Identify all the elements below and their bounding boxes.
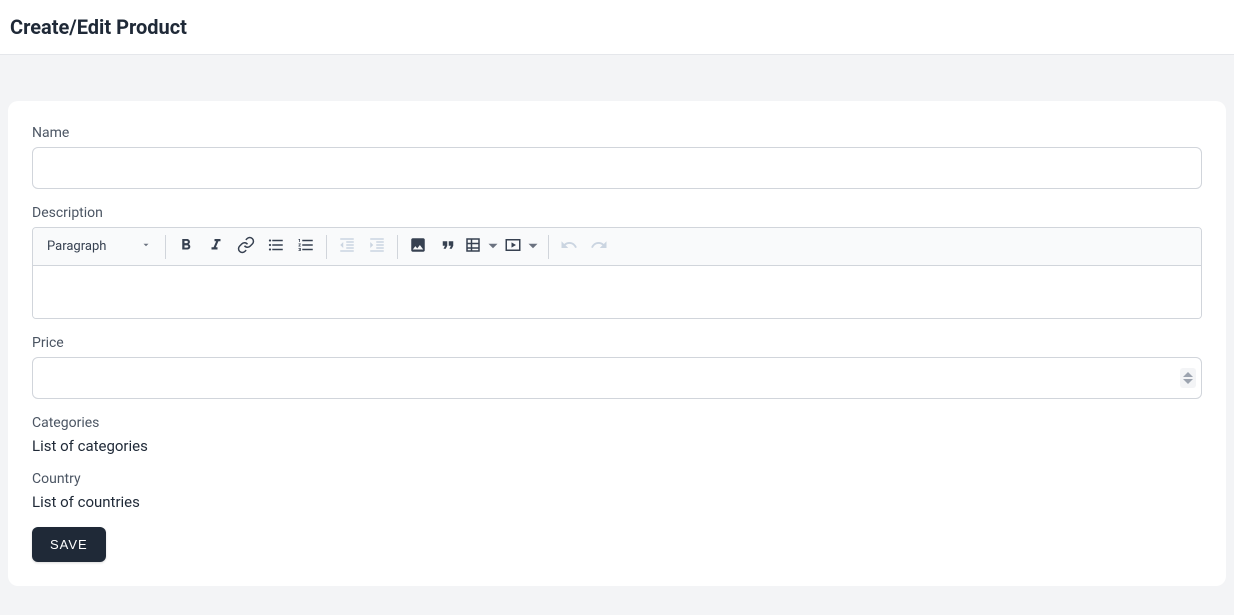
table-icon xyxy=(464,236,482,257)
bold-icon xyxy=(177,236,195,257)
toolbar-divider xyxy=(326,235,327,259)
categories-field-group: Categories List of categories xyxy=(32,415,1202,455)
rich-text-editor: Paragraph xyxy=(32,227,1202,319)
page-title: Create/Edit Product xyxy=(10,15,1224,39)
categories-label: Categories xyxy=(32,415,1202,431)
country-field-group: Country List of countries xyxy=(32,471,1202,511)
redo-button[interactable] xyxy=(585,233,613,261)
price-field-group: Price xyxy=(32,335,1202,399)
chevron-down-icon xyxy=(141,240,151,253)
bullet-list-button[interactable] xyxy=(262,233,290,261)
media-button[interactable] xyxy=(504,233,542,261)
undo-button[interactable] xyxy=(555,233,583,261)
toolbar-divider xyxy=(165,235,166,259)
undo-icon xyxy=(560,236,578,257)
editor-toolbar: Paragraph xyxy=(33,228,1201,266)
italic-icon xyxy=(207,236,225,257)
media-icon xyxy=(504,236,522,257)
link-icon xyxy=(237,236,255,257)
content-wrapper: Name Description Paragraph xyxy=(0,55,1234,594)
outdent-button[interactable] xyxy=(333,233,361,261)
quote-icon xyxy=(439,236,457,257)
country-value: List of countries xyxy=(32,493,1202,511)
country-label: Country xyxy=(32,471,1202,487)
page-header: Create/Edit Product xyxy=(0,0,1234,55)
link-button[interactable] xyxy=(232,233,260,261)
price-input[interactable] xyxy=(32,357,1202,399)
editor-content-area[interactable] xyxy=(33,266,1201,318)
save-button[interactable]: SAVE xyxy=(32,527,106,562)
redo-icon xyxy=(590,236,608,257)
toolbar-divider xyxy=(397,235,398,259)
bold-button[interactable] xyxy=(172,233,200,261)
outdent-icon xyxy=(338,236,356,257)
description-field-group: Description Paragraph xyxy=(32,205,1202,319)
categories-value: List of categories xyxy=(32,437,1202,455)
toolbar-divider xyxy=(548,235,549,259)
blockquote-button[interactable] xyxy=(434,233,462,261)
format-dropdown-label: Paragraph xyxy=(47,239,106,254)
italic-button[interactable] xyxy=(202,233,230,261)
name-input[interactable] xyxy=(32,147,1202,189)
name-field-group: Name xyxy=(32,125,1202,189)
number-stepper-icon[interactable] xyxy=(1180,368,1196,388)
price-label: Price xyxy=(32,335,1202,351)
indent-icon xyxy=(368,236,386,257)
image-icon xyxy=(409,236,427,257)
description-label: Description xyxy=(32,205,1202,221)
price-input-wrapper xyxy=(32,357,1202,399)
chevron-down-icon xyxy=(484,237,502,257)
format-dropdown[interactable]: Paragraph xyxy=(39,233,159,261)
numbered-list-icon xyxy=(297,236,315,257)
indent-button[interactable] xyxy=(363,233,391,261)
table-button[interactable] xyxy=(464,233,502,261)
chevron-down-icon xyxy=(524,237,542,257)
bullet-list-icon xyxy=(267,236,285,257)
form-card: Name Description Paragraph xyxy=(8,101,1226,586)
image-button[interactable] xyxy=(404,233,432,261)
numbered-list-button[interactable] xyxy=(292,233,320,261)
name-label: Name xyxy=(32,125,1202,141)
